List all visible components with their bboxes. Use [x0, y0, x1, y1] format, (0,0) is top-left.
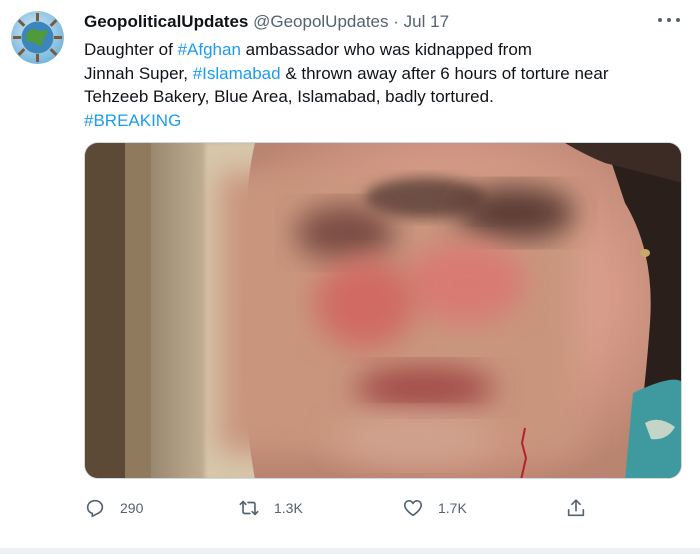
retweet-count: 1.3K [274, 500, 303, 516]
tweet[interactable]: GeopoliticalUpdates @GeopolUpdates · Jul… [0, 0, 700, 548]
tweet-text: Daughter of #Afghan ambassador who was k… [84, 38, 674, 132]
tweet-text-segment: Jinnah Super, [84, 63, 193, 83]
tweet-date[interactable]: Jul 17 [404, 12, 449, 31]
more-dot [676, 18, 680, 22]
tweet-header: GeopoliticalUpdates @GeopolUpdates · Jul… [84, 11, 660, 33]
display-name[interactable]: GeopoliticalUpdates [84, 12, 248, 31]
share-icon [567, 499, 585, 517]
blurred-face-photo [85, 143, 681, 478]
more-dot [667, 18, 671, 22]
tweet-text-segment: Daughter of [84, 40, 178, 59]
hashtag-afghan[interactable]: #Afghan [178, 40, 241, 59]
retweet-icon [239, 500, 259, 516]
tweet-text-segment: ambassador who was kidnapped from [240, 40, 532, 59]
reply-count: 290 [120, 500, 144, 516]
heart-icon [403, 500, 423, 517]
tweet-text-segment: & thrown away after 6 hours of torture n… [280, 63, 609, 83]
like-button[interactable]: 1.7K [402, 494, 467, 522]
tweet-actions: 290 1.3K 1.7K [84, 494, 604, 522]
reply-button[interactable]: 290 [84, 494, 143, 522]
reply-icon [86, 499, 104, 518]
more-icon[interactable] [658, 12, 680, 28]
avatar[interactable] [11, 11, 64, 64]
hashtag-breaking[interactable]: #BREAKING [84, 111, 181, 130]
like-count: 1.7K [438, 500, 467, 516]
user-handle[interactable]: @GeopolUpdates [253, 12, 388, 31]
share-button[interactable] [565, 494, 587, 522]
timeline-divider [0, 548, 700, 554]
tweet-text-segment: Tehzeeb Bakery, Blue Area, Islamabad, ba… [84, 87, 494, 106]
hashtag-islamabad[interactable]: #Islamabad [193, 64, 281, 83]
more-dot [658, 18, 662, 22]
separator-dot: · [393, 12, 399, 31]
globe-logo-icon [11, 11, 64, 64]
retweet-button[interactable]: 1.3K [238, 494, 303, 522]
tweet-photo[interactable] [84, 142, 682, 479]
